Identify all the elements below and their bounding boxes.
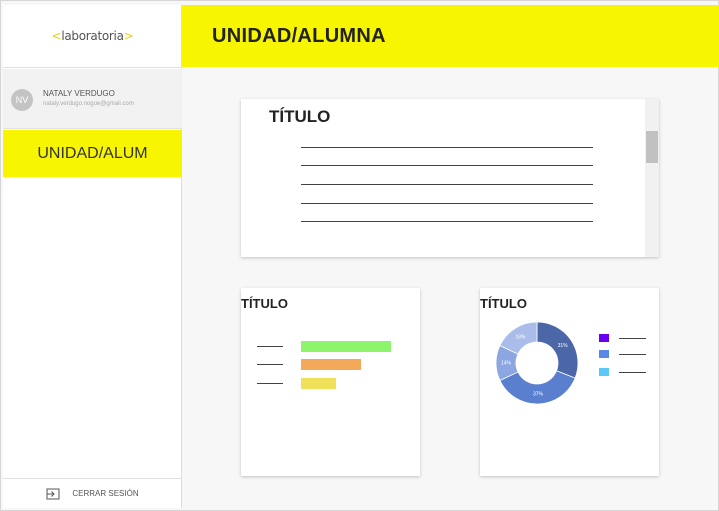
placeholder-line <box>301 165 593 166</box>
placeholder-line <box>301 221 593 222</box>
bar-label <box>257 364 283 365</box>
bar-chart-card: TÍTULO <box>241 288 420 476</box>
sidebar-item-unidad-alumna[interactable]: UNIDAD/ALUM <box>3 130 182 177</box>
placeholder-line <box>301 203 593 204</box>
donut-slice <box>536 321 579 379</box>
donut-label: 14% <box>501 361 512 367</box>
list-card: TÍTULO <box>241 99 659 257</box>
logout-label: CERRAR SESIÓN <box>72 489 139 498</box>
logout-button[interactable]: CERRAR SESIÓN <box>3 478 182 508</box>
card-title: TÍTULO <box>241 296 288 311</box>
donut-slice <box>499 370 576 405</box>
legend-line <box>619 354 646 355</box>
legend-swatch <box>599 350 609 358</box>
legend-line <box>619 372 646 373</box>
card-title: TÍTULO <box>269 107 331 126</box>
bar <box>301 359 361 370</box>
user-email: nataly.verdugo.nogue@gmail.com <box>43 101 134 107</box>
donut-chart: 31% 37% 14% 18% <box>495 321 579 405</box>
avatar: NV <box>11 89 33 111</box>
logo-text: <laboratoria> <box>51 29 134 43</box>
logout-icon <box>46 488 60 499</box>
legend-swatch <box>599 368 609 376</box>
legend-swatch <box>599 334 609 342</box>
logo[interactable]: <laboratoria> <box>3 5 182 68</box>
donut-label: 31% <box>558 343 569 349</box>
card-title: TÍTULO <box>480 296 527 311</box>
placeholder-line <box>301 184 593 185</box>
donut-chart-card: TÍTULO 31% 37% 14% 18% <box>480 288 659 476</box>
page-title: UNIDAD/ALUMNA <box>212 25 386 47</box>
donut-label: 18% <box>515 334 526 340</box>
app-window: <laboratoria> NV NATALY VERDUGO nataly.v… <box>0 0 719 511</box>
bar-label <box>257 383 283 384</box>
bar <box>301 341 391 352</box>
bar-label <box>257 346 283 347</box>
scrollbar-thumb[interactable] <box>646 131 658 163</box>
header: UNIDAD/ALUMNA <box>182 5 719 67</box>
user-name: NATALY VERDUGO <box>43 89 115 98</box>
scrollbar[interactable] <box>645 99 659 257</box>
legend-line <box>619 338 646 339</box>
user-profile: NV NATALY VERDUGO nataly.verdugo.nogue@g… <box>3 69 182 129</box>
donut-label: 37% <box>533 391 544 397</box>
bar <box>301 378 336 389</box>
sidebar: <laboratoria> NV NATALY VERDUGO nataly.v… <box>3 5 182 508</box>
placeholder-line <box>301 147 593 148</box>
